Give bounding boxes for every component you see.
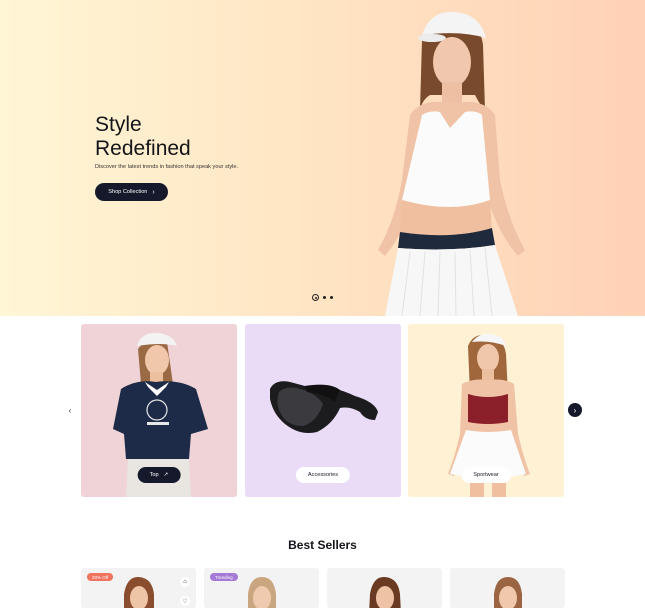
product-model-image bbox=[247, 577, 276, 608]
shopping-bag-icon[interactable]: ⌂ bbox=[180, 577, 190, 587]
shop-collection-button[interactable]: Shop Collection › bbox=[95, 183, 168, 201]
category-pill-top[interactable]: Top ↗ bbox=[137, 467, 181, 483]
category-card-sportwear[interactable]: Sportwear bbox=[408, 324, 564, 497]
heart-icon[interactable]: ♡ bbox=[180, 596, 190, 606]
hero-title-line1: Style bbox=[95, 113, 142, 136]
arrow-up-right-icon: ↗ bbox=[163, 472, 169, 478]
product-model-image bbox=[368, 576, 401, 608]
category-card-top[interactable]: Top ↗ bbox=[81, 324, 237, 497]
discount-badge: 20% Off bbox=[87, 573, 114, 581]
shop-collection-label: Shop Collection bbox=[108, 189, 148, 195]
product-model-image bbox=[493, 577, 522, 608]
hero-title: Style Redefined bbox=[95, 113, 191, 161]
product-card[interactable]: 20% Off ⌂ ♡ bbox=[81, 568, 196, 608]
carousel-next-button[interactable]: › bbox=[568, 403, 582, 417]
hero-model-image bbox=[378, 11, 525, 316]
product-card[interactable] bbox=[327, 568, 442, 608]
best-sellers-title: Best Sellers bbox=[288, 538, 357, 552]
category-label-accessories: Accessories bbox=[307, 472, 339, 478]
hero-slider-dots[interactable] bbox=[312, 294, 333, 301]
slider-dot-1[interactable] bbox=[312, 294, 319, 301]
hero-subtitle: Discover the latest trends in fashion th… bbox=[95, 164, 239, 170]
category-pill-accessories[interactable]: Accessories bbox=[295, 467, 351, 483]
product-card[interactable]: Trending bbox=[204, 568, 319, 608]
chevron-right-icon: › bbox=[152, 188, 155, 196]
category-label-top: Top bbox=[149, 472, 159, 478]
category-label-sportwear: Sportwear bbox=[473, 472, 499, 478]
hero-banner: Style Redefined Discover the latest tren… bbox=[0, 0, 645, 316]
category-pill-sportwear[interactable]: Sportwear bbox=[461, 467, 511, 483]
carousel-prev-button[interactable]: ‹ bbox=[63, 403, 77, 417]
slider-dot-3[interactable] bbox=[330, 296, 333, 299]
trending-badge: Trending bbox=[210, 573, 238, 581]
slider-dot-2[interactable] bbox=[323, 296, 326, 299]
chevron-right-icon: › bbox=[573, 405, 577, 415]
product-card[interactable] bbox=[450, 568, 565, 608]
hero-title-line2: Redefined bbox=[95, 137, 191, 160]
product-model-image bbox=[123, 576, 154, 608]
category-card-accessories[interactable]: Accessories bbox=[245, 324, 401, 497]
chevron-left-icon: ‹ bbox=[68, 405, 72, 415]
